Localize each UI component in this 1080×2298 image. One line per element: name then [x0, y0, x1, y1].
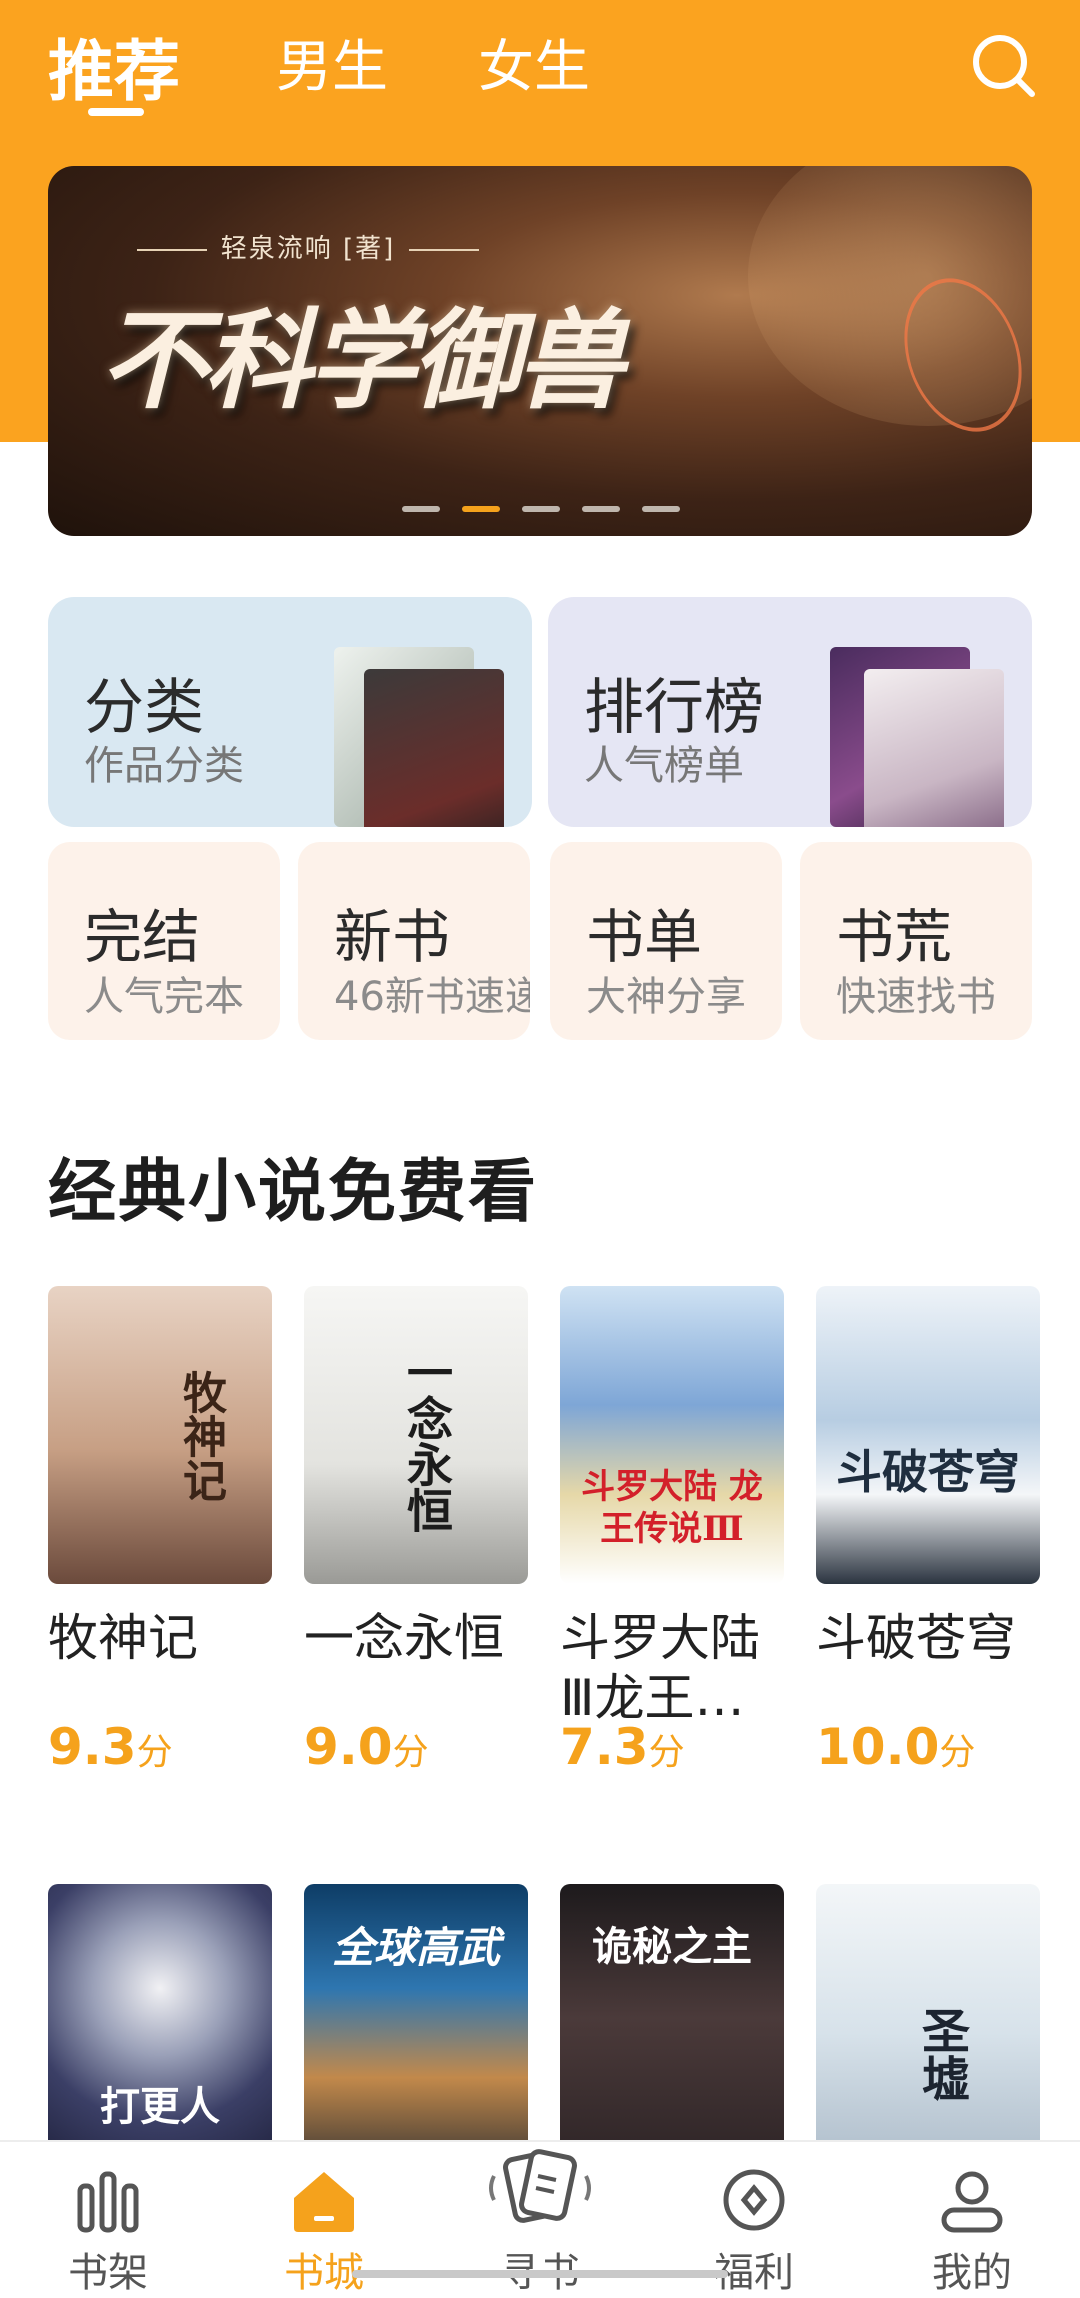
bookshelf-icon [77, 2171, 139, 2233]
score-value: 9.0 [304, 1718, 393, 1776]
active-tab-indicator [88, 108, 144, 116]
nav-item-benefits[interactable]: 福利 [654, 2142, 854, 2296]
shortcut-title: 书单 [586, 903, 703, 971]
nav-item-find-books[interactable]: 寻书 [440, 2142, 640, 2296]
book-title: 一念永恒 [304, 1609, 504, 1667]
coin-icon [723, 2169, 785, 2231]
shortcut-completed[interactable]: 完结 人气完本 [48, 842, 280, 1040]
shortcut-title: 书荒 [836, 903, 953, 971]
book-cover[interactable]: 全球高武 [304, 1884, 528, 2182]
score-unit: 分 [939, 1732, 976, 1773]
bookstore-home-icon [294, 2172, 354, 2232]
shortcut-title: 完结 [84, 903, 201, 971]
book-score: 9.3分 [48, 1718, 173, 1776]
nav-item-bookstore[interactable]: 书城 [224, 2142, 424, 2296]
pagination-dot[interactable] [522, 506, 560, 512]
book-score: 9.0分 [304, 1718, 429, 1776]
top-tabs: 推荐 男生 女生 [0, 0, 1080, 150]
book-cover[interactable]: 牧神记 [48, 1286, 272, 1584]
score-value: 7.3 [560, 1718, 649, 1776]
shortcut-subtitle: 快速找书 [836, 974, 996, 1020]
bottom-navigation: 书架 书城 寻书 福利 我的 [0, 2140, 1080, 2296]
search-icon [973, 35, 1035, 97]
category-card[interactable]: 分类 作品分类 [48, 597, 532, 827]
home-indicator[interactable] [352, 2270, 728, 2278]
book-cover[interactable]: 诡秘之主 [560, 1884, 784, 2182]
tab-female[interactable]: 女生 [478, 22, 590, 103]
pagination-dot[interactable] [402, 506, 440, 512]
book-cover-illustration [364, 669, 504, 827]
book-cover[interactable]: 圣墟 [816, 1884, 1040, 2182]
cover-title: 斗破苍穹 [836, 1445, 1020, 1499]
score-value: 9.3 [48, 1718, 137, 1776]
score-unit: 分 [136, 1732, 173, 1773]
ranking-card[interactable]: 排行榜 人气榜单 [548, 597, 1032, 827]
banner-title: 不科学御兽 [100, 298, 624, 424]
nav-label: 我的 [932, 2250, 1012, 2296]
book-cover[interactable]: 一念永恒 [304, 1286, 528, 1584]
pagination-dot[interactable] [642, 506, 680, 512]
shortcut-subtitle: 人气完本 [84, 974, 244, 1020]
score-value: 10.0 [816, 1718, 940, 1776]
book-score: 10.0分 [816, 1718, 975, 1776]
pagination-dot-active[interactable] [462, 506, 500, 512]
nav-label: 书城 [284, 2250, 364, 2296]
nav-label: 福利 [714, 2250, 794, 2296]
cover-title: 打更人 [100, 2083, 220, 2130]
shortcut-booklists[interactable]: 书单 大神分享 [550, 842, 782, 1040]
cover-title: 斗罗大陆 龙王传说Ⅲ [581, 1467, 763, 1549]
cover-title: 诡秘之主 [592, 1923, 752, 1970]
nav-label: 寻书 [500, 2250, 580, 2296]
tab-male[interactable]: 男生 [276, 22, 388, 103]
cover-title: 牧神记 [175, 1370, 226, 1502]
nav-item-mine[interactable]: 我的 [872, 2142, 1072, 2296]
book-title: 牧神记 [48, 1609, 198, 1667]
book-score: 7.3分 [560, 1718, 685, 1776]
cover-title: 圣墟 [913, 2006, 969, 2102]
ranking-subtitle: 人气榜单 [584, 743, 744, 789]
section-title: 经典小说免费看 [48, 1153, 539, 1232]
find-book-cards-icon [489, 2149, 591, 2223]
profile-icon [941, 2171, 1003, 2233]
category-subtitle: 作品分类 [84, 743, 244, 789]
pagination-dot[interactable] [582, 506, 620, 512]
score-unit: 分 [648, 1732, 685, 1773]
book-cover[interactable]: 斗破苍穹 [816, 1286, 1040, 1584]
book-cover[interactable]: 斗罗大陆 龙王传说Ⅲ [560, 1286, 784, 1584]
cover-title: 全球高武 [331, 1923, 500, 1972]
banner-author: 轻泉流响 [著] [48, 228, 568, 265]
nav-item-bookshelf[interactable]: 书架 [8, 2142, 208, 2296]
promo-banner[interactable]: 轻泉流响 [著] 不科学御兽 [48, 166, 1032, 536]
nav-label: 书架 [68, 2250, 148, 2296]
shortcut-new-books[interactable]: 新书 46新书速递 [298, 842, 530, 1040]
score-unit: 分 [392, 1732, 429, 1773]
shortcut-find-books[interactable]: 书荒 快速找书 [800, 842, 1032, 1040]
tab-recommend[interactable]: 推荐 [48, 18, 180, 114]
cover-title: 一念永恒 [400, 1349, 454, 1533]
shortcut-subtitle: 大神分享 [586, 974, 746, 1020]
shortcut-subtitle: 46新书速递 [334, 974, 530, 1020]
book-cover[interactable]: 打更人 [48, 1884, 272, 2182]
book-title: 斗破苍穹 [816, 1609, 1016, 1667]
book-cover-illustration [864, 669, 1004, 827]
book-title: 斗罗大陆Ⅲ龙王… [560, 1609, 760, 1727]
search-button[interactable] [968, 30, 1038, 100]
banner-pagination [402, 506, 722, 514]
shortcut-title: 新书 [334, 903, 451, 971]
